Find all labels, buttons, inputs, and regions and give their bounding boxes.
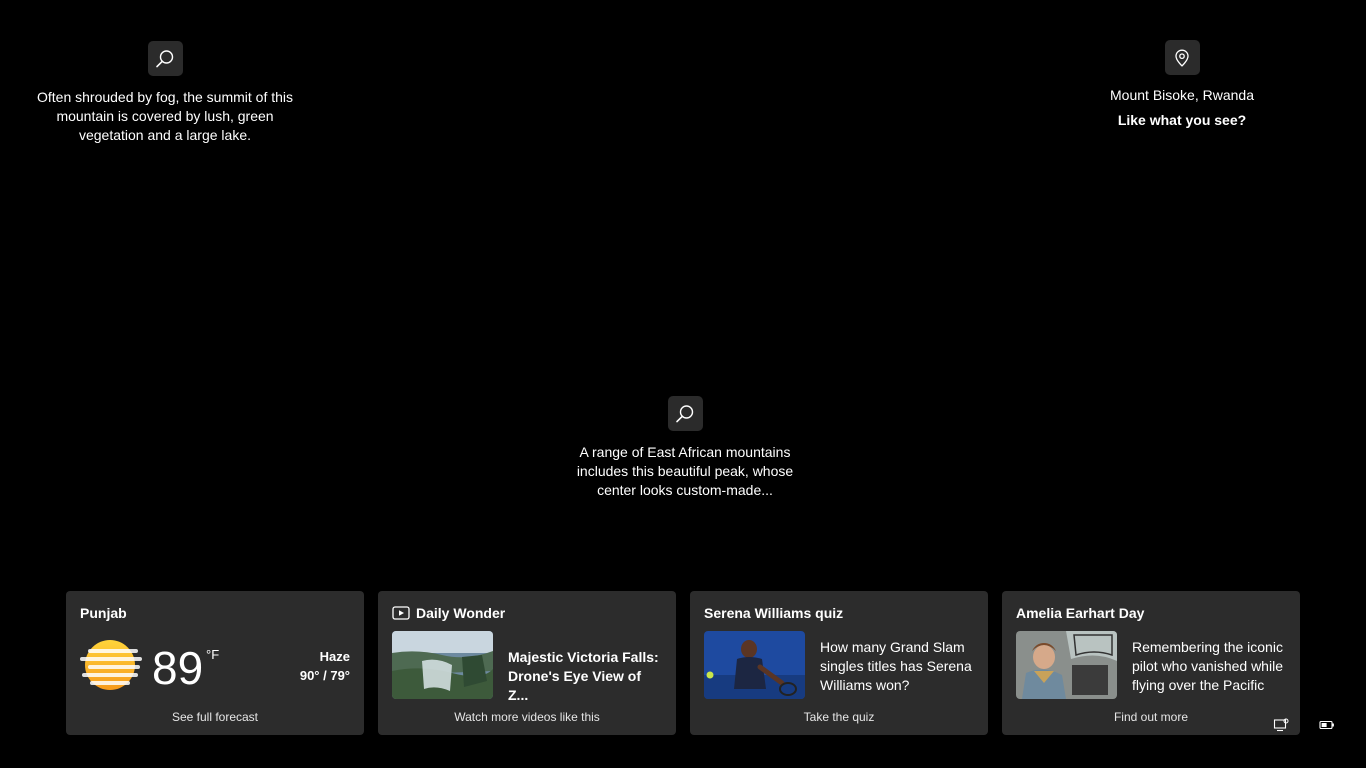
card-title: Amelia Earhart Day (1016, 605, 1145, 621)
condition-label: Haze (319, 649, 350, 664)
temperature: 89 (152, 642, 204, 694)
search-icon[interactable] (147, 41, 183, 76)
serena-williams-thumbnail[interactable] (704, 631, 805, 699)
daily-wonder-card[interactable]: Daily Wonder Majestic Victoria Falls: Dr… (378, 591, 676, 735)
hotspot-east-african-mountains: A range of East African mountains includ… (560, 396, 810, 500)
serena-williams-quiz-card[interactable]: Serena Williams quiz How many Grand Slam… (690, 591, 988, 735)
card-title-text: Daily Wonder (416, 605, 506, 621)
network-icon[interactable] (1273, 717, 1289, 733)
card-title: Serena Williams quiz (704, 605, 844, 621)
find-out-more-link[interactable]: Find out more (1002, 710, 1300, 724)
weather-condition: Haze 90° / 79° (300, 647, 350, 685)
card-title: Daily Wonder (392, 605, 505, 621)
earhart-description[interactable]: Remembering the iconic pilot who vanishe… (1132, 638, 1288, 695)
location-info: Mount Bisoke, Rwanda Like what you see? (1092, 40, 1272, 128)
hotspot-fog-summit: Often shrouded by fog, the summit of thi… (35, 41, 295, 145)
hotspot-description[interactable]: Often shrouded by fog, the summit of thi… (35, 88, 295, 145)
quiz-question[interactable]: How many Grand Slam singles titles has S… (820, 638, 976, 695)
weather-location: Punjab (80, 605, 127, 621)
victoria-falls-thumbnail[interactable] (392, 631, 493, 699)
search-icon[interactable] (667, 396, 703, 431)
see-full-forecast-link[interactable]: See full forecast (66, 710, 364, 724)
location-name: Mount Bisoke, Rwanda (1110, 87, 1254, 103)
amelia-earhart-day-card[interactable]: Amelia Earhart Day Remembering the iconi… (1002, 591, 1300, 735)
video-headline[interactable]: Majestic Victoria Falls: Drone's Eye Vie… (508, 648, 664, 705)
haze-sun-icon (80, 640, 142, 690)
amelia-earhart-thumbnail[interactable] (1016, 631, 1117, 699)
temperature-unit: °F (206, 647, 220, 662)
take-the-quiz-link[interactable]: Take the quiz (690, 710, 988, 724)
video-icon (392, 606, 410, 620)
like-what-you-see-link[interactable]: Like what you see? (1092, 112, 1272, 128)
location-pin-icon[interactable] (1164, 40, 1200, 75)
battery-icon[interactable] (1319, 717, 1335, 733)
temp-range: 90° / 79° (299, 668, 350, 683)
weather-card[interactable]: Punjab 89 °F Haze 90° / 79° See full for… (66, 591, 364, 735)
hotspot-description[interactable]: A range of East African mountains includ… (560, 443, 810, 500)
watch-more-videos-link[interactable]: Watch more videos like this (378, 710, 676, 724)
